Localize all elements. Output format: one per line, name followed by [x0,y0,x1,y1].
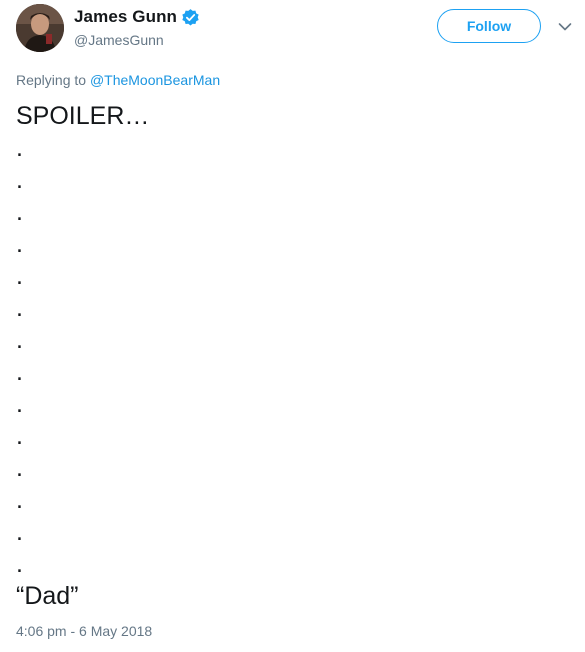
reply-prefix: Replying to [16,72,87,88]
author-name-row: James Gunn [74,6,200,28]
tweet-timestamp[interactable]: 4:06 pm - 6 May 2018 [16,623,152,639]
avatar[interactable] [16,4,64,52]
tweet-line: . [16,294,23,322]
tweet-text: SPOILER… . . . . . . . . . . . . . . “Da… [16,100,556,612]
tweet-line: . [16,230,23,258]
tweet-line: . [16,422,23,450]
tweet-line: . [16,326,23,354]
tweet-card: James Gunn @JamesGunn Follow Replying to… [0,0,585,652]
verified-badge-icon [181,8,200,27]
tweet-line: SPOILER… [16,102,150,130]
tweet-line: . [16,454,23,482]
author-name[interactable]: James Gunn [74,7,177,27]
tweet-line: . [16,390,23,418]
tweet-line: . [16,198,23,226]
reply-context: Replying to @TheMoonBearMan [16,72,220,88]
tweet-line: . [16,166,23,194]
chevron-down-icon[interactable] [557,19,573,35]
tweet-line: . [16,486,23,514]
tweet-line: . [16,262,23,290]
follow-button[interactable]: Follow [437,9,541,43]
tweet-line: . [16,518,23,546]
tweet-line: “Dad” [16,582,79,610]
tweet-line: . [16,550,23,578]
tweet-line: . [16,358,23,386]
tweet-line: . [16,134,23,162]
author-handle[interactable]: @JamesGunn [74,32,164,48]
reply-mention-link[interactable]: @TheMoonBearMan [90,72,220,88]
